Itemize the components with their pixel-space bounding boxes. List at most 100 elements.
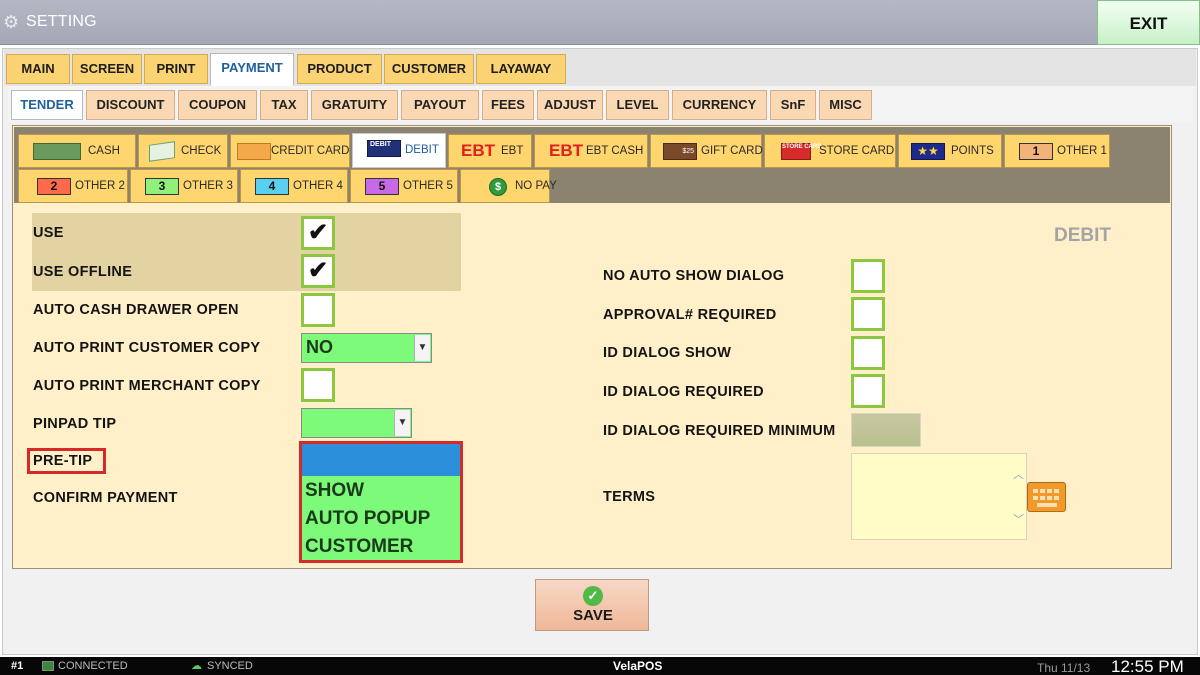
tender-ebt[interactable]: EBT EBT bbox=[448, 134, 532, 168]
other-4-icon: 4 bbox=[255, 178, 289, 195]
tab-snf[interactable]: SnF bbox=[770, 90, 816, 120]
tab-main[interactable]: MAIN bbox=[6, 54, 70, 84]
tender-debit[interactable]: DEBIT DEBIT bbox=[352, 133, 446, 168]
keyboard-icon[interactable] bbox=[1027, 482, 1066, 512]
tender-label: OTHER 5 bbox=[403, 180, 453, 192]
chevron-down-icon: ▼ bbox=[394, 410, 410, 436]
pre-tip-dropdown-list: SHOW AUTO POPUP CUSTOMER bbox=[299, 441, 463, 563]
tender-label: OTHER 3 bbox=[183, 180, 233, 192]
tender-no-pay[interactable]: $ NO PAY bbox=[460, 169, 557, 203]
clock: 12:55 PM bbox=[1111, 657, 1184, 675]
use-offline-label: USE OFFLINE bbox=[33, 264, 133, 280]
tab-level[interactable]: LEVEL bbox=[606, 90, 669, 120]
tab-payment[interactable]: PAYMENT bbox=[210, 53, 294, 86]
tender-cash[interactable]: CASH bbox=[18, 134, 136, 168]
auto-print-customer-copy-label: AUTO PRINT CUSTOMER COPY bbox=[33, 340, 261, 356]
use-checkbox[interactable]: ✔ bbox=[301, 216, 335, 250]
tab-print[interactable]: PRINT bbox=[144, 54, 208, 84]
id-dialog-show-checkbox[interactable] bbox=[851, 336, 885, 370]
exit-button[interactable]: EXIT bbox=[1097, 0, 1200, 45]
tender-label: NO PAY bbox=[515, 180, 557, 192]
tender-other-2[interactable]: 2 OTHER 2 bbox=[18, 169, 128, 203]
tab-adjust[interactable]: ADJUST bbox=[537, 90, 603, 120]
other-1-icon: 1 bbox=[1019, 143, 1053, 160]
cash-icon bbox=[33, 143, 81, 160]
confirm-payment-label: CONFIRM PAYMENT bbox=[33, 490, 178, 506]
tender-other-3[interactable]: 3 OTHER 3 bbox=[130, 169, 238, 203]
id-dialog-required-checkbox[interactable] bbox=[851, 374, 885, 408]
tab-currency[interactable]: CURRENCY bbox=[672, 90, 767, 120]
option-customer[interactable]: CUSTOMER bbox=[305, 536, 413, 558]
save-button[interactable]: ✓ SAVE bbox=[535, 579, 649, 631]
sub-tab-bar: TENDER DISCOUNT COUPON TAX GRATUITY PAYO… bbox=[8, 86, 1193, 122]
id-dialog-show-label: ID DIALOG SHOW bbox=[603, 345, 732, 361]
no-auto-show-dialog-label: NO AUTO SHOW DIALOG bbox=[603, 268, 785, 284]
points-icon: ★★ bbox=[911, 143, 945, 160]
cloud-icon: ☁ bbox=[191, 660, 202, 672]
terms-label: TERMS bbox=[603, 489, 656, 505]
tender-label: STORE CARD bbox=[819, 145, 895, 157]
tab-layaway[interactable]: LAYAWAY bbox=[476, 54, 566, 84]
terms-textarea[interactable]: ︿ ﹀ bbox=[851, 453, 1027, 540]
checkmark-icon: ✔ bbox=[308, 219, 329, 246]
tab-screen[interactable]: SCREEN bbox=[72, 54, 142, 84]
tender-other-5[interactable]: 5 OTHER 5 bbox=[350, 169, 458, 203]
gift-card-icon: $25 bbox=[663, 143, 697, 160]
auto-print-merchant-copy-checkbox[interactable] bbox=[301, 368, 335, 402]
date: Thu 11/13 bbox=[1037, 661, 1091, 675]
tender-label: EBT CASH bbox=[586, 145, 644, 157]
auto-print-customer-copy-dropdown[interactable]: NO ▼ bbox=[301, 333, 432, 363]
tab-product[interactable]: PRODUCT bbox=[297, 54, 382, 84]
use-label: USE bbox=[33, 225, 64, 241]
other-2-icon: 2 bbox=[37, 178, 71, 195]
tender-label: OTHER 4 bbox=[293, 180, 343, 192]
id-dialog-required-label: ID DIALOG REQUIRED bbox=[603, 384, 764, 400]
auto-cash-drawer-open-checkbox[interactable] bbox=[301, 293, 335, 327]
tab-customer[interactable]: CUSTOMER bbox=[384, 54, 474, 84]
tender-label: EBT bbox=[501, 145, 524, 157]
scroll-up-icon[interactable]: ︿ bbox=[1013, 466, 1024, 482]
option-blank-selected[interactable] bbox=[302, 444, 460, 476]
credit-card-icon bbox=[237, 143, 271, 160]
tab-gratuity[interactable]: GRATUITY bbox=[311, 90, 398, 120]
tender-gift-card[interactable]: $25 GIFT CARD bbox=[650, 134, 763, 168]
tab-tax[interactable]: TAX bbox=[260, 90, 308, 120]
tender-ebt-cash[interactable]: EBT EBT CASH bbox=[534, 134, 648, 168]
ebt-cash-icon: EBT bbox=[549, 141, 583, 160]
id-dialog-required-minimum-field[interactable] bbox=[851, 413, 921, 447]
tender-credit-card[interactable]: CREDIT CARD bbox=[230, 134, 350, 168]
title-bar: ⚙ SETTING EXIT bbox=[0, 0, 1200, 45]
store-card-icon: STORE CARD bbox=[781, 143, 822, 160]
tab-discount[interactable]: DISCOUNT bbox=[86, 90, 175, 120]
tender-points[interactable]: ★★ POINTS bbox=[898, 134, 1002, 168]
tender-label: CHECK bbox=[181, 145, 222, 157]
tender-label: CREDIT CARD bbox=[271, 145, 350, 157]
approval-required-label: APPROVAL# REQUIRED bbox=[603, 307, 777, 323]
pinpad-tip-dropdown[interactable]: ▼ bbox=[301, 408, 412, 438]
id-dialog-required-minimum-label: ID DIALOG REQUIRED MINIMUM bbox=[603, 423, 836, 439]
scroll-down-icon[interactable]: ﹀ bbox=[1013, 511, 1024, 527]
use-offline-checkbox[interactable]: ✔ bbox=[301, 254, 335, 288]
tab-fees[interactable]: FEES bbox=[482, 90, 534, 120]
option-show[interactable]: SHOW bbox=[305, 480, 364, 502]
debit-card-icon: DEBIT bbox=[367, 140, 401, 157]
ebt-icon: EBT bbox=[461, 141, 495, 160]
tab-payout[interactable]: PAYOUT bbox=[401, 90, 479, 120]
approval-required-checkbox[interactable] bbox=[851, 297, 885, 331]
no-auto-show-dialog-checkbox[interactable] bbox=[851, 259, 885, 293]
tab-coupon[interactable]: COUPON bbox=[178, 90, 257, 120]
tab-tender[interactable]: TENDER bbox=[11, 90, 83, 120]
tab-misc[interactable]: MISC bbox=[819, 90, 872, 120]
tender-type-bar: CASH CHECK CREDIT CARD DEBIT DEBIT EBT E… bbox=[14, 127, 1170, 203]
main-tab-bar: MAIN SCREEN PRINT PAYMENT PRODUCT CUSTOM… bbox=[4, 49, 1196, 86]
tender-label: DEBIT bbox=[405, 144, 439, 156]
tender-other-4[interactable]: 4 OTHER 4 bbox=[240, 169, 348, 203]
tender-other-1[interactable]: 1 OTHER 1 bbox=[1004, 134, 1110, 168]
tender-check[interactable]: CHECK bbox=[138, 134, 228, 168]
checkmark-icon: ✔ bbox=[308, 257, 329, 284]
status-bar: #1 CONNECTED ☁ SYNCED VelaPOS Thu 11/13 … bbox=[0, 657, 1200, 675]
option-auto-popup[interactable]: AUTO POPUP bbox=[305, 508, 430, 530]
terminal-number: #1 bbox=[11, 660, 24, 672]
other-5-icon: 5 bbox=[365, 178, 399, 195]
tender-store-card[interactable]: STORE CARD STORE CARD bbox=[764, 134, 896, 168]
